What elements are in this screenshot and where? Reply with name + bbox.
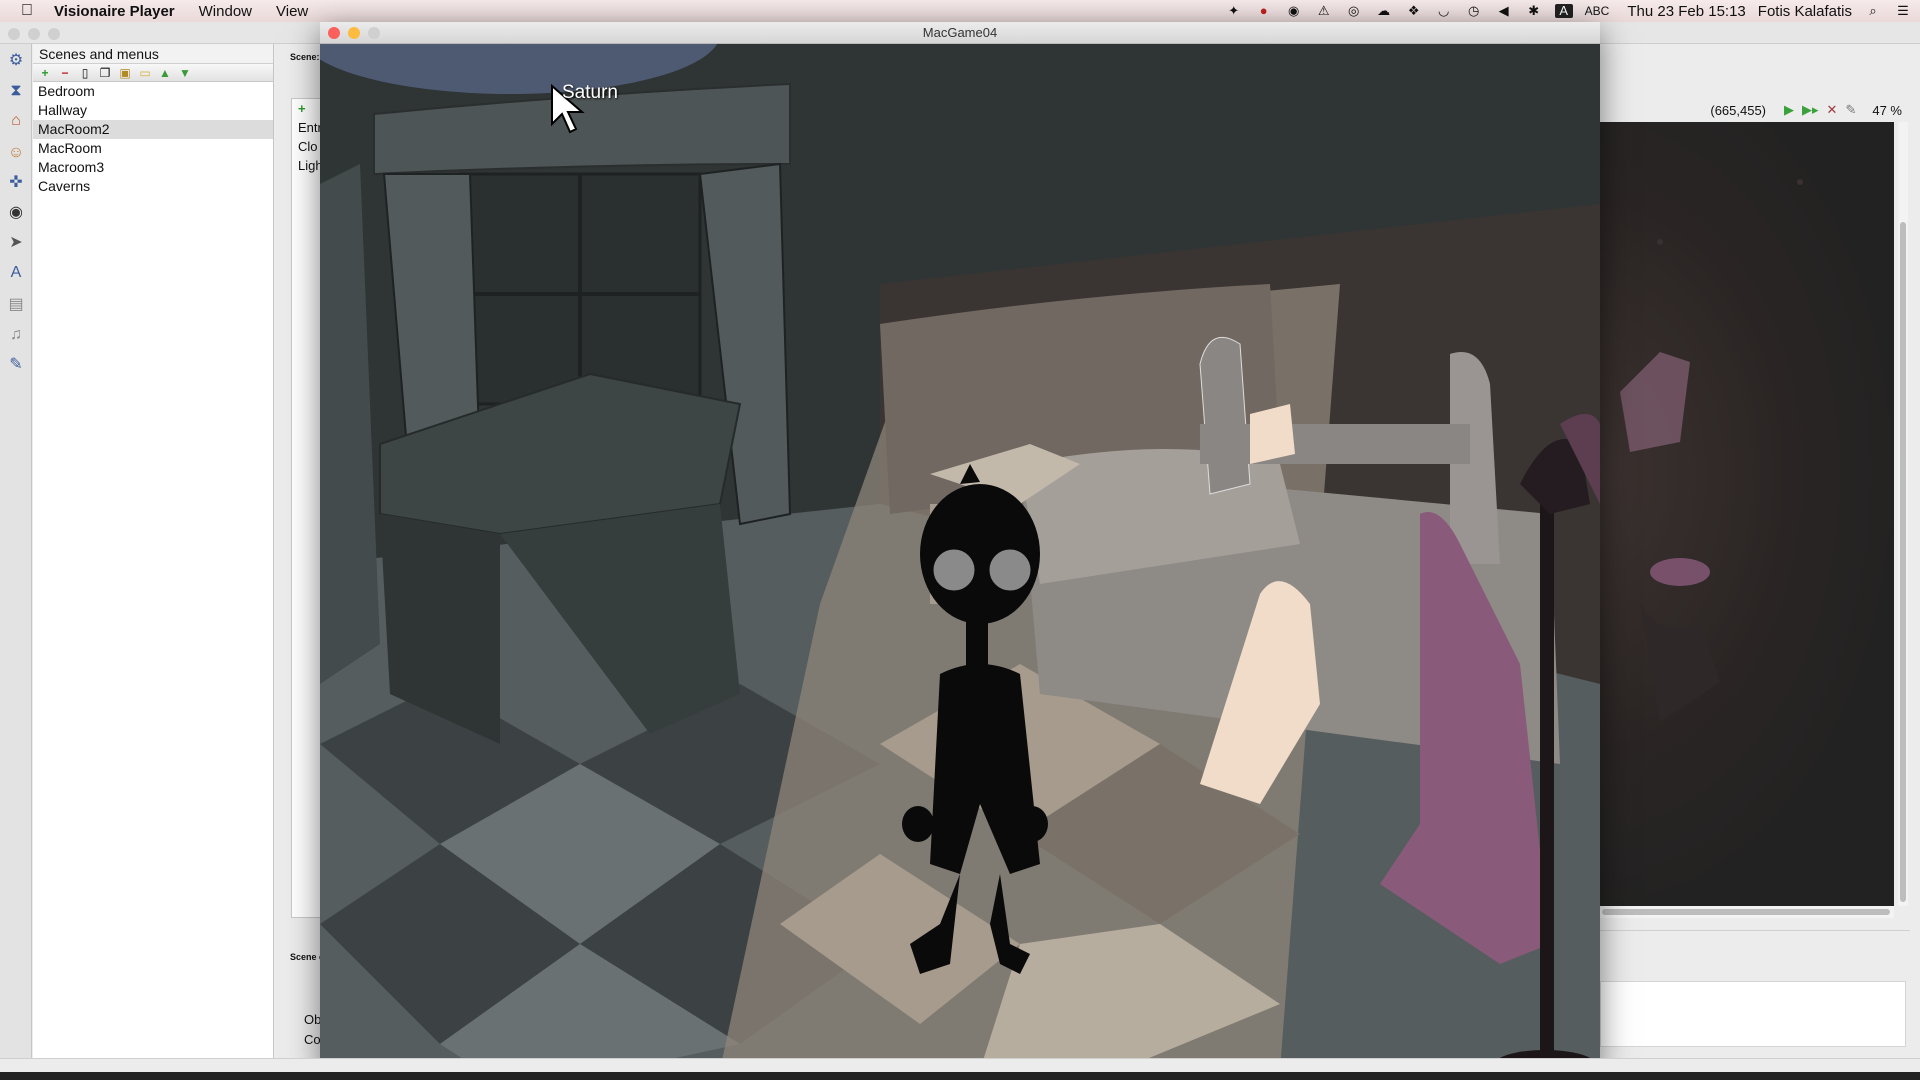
spotlight-icon[interactable]: ⌕ bbox=[1864, 4, 1882, 18]
status-menus: ✦ ● ◉ ⚠ ◎ ☁ ❖ ◡ ◷ ◀ ✱ A ABC Thu 23 Feb 1… bbox=[1225, 0, 1912, 22]
hover-object-label: Saturn bbox=[562, 82, 618, 103]
lower-item-objects[interactable]: Ob bbox=[304, 1012, 321, 1027]
game-scene[interactable]: Saturn bbox=[320, 44, 1600, 1070]
volume-icon[interactable]: ◀ bbox=[1495, 4, 1513, 18]
scene-icon[interactable]: ⌂ bbox=[5, 110, 27, 132]
text-icon[interactable]: ▤ bbox=[5, 294, 27, 316]
stop-icon[interactable]: ✕ bbox=[1827, 102, 1838, 118]
editor-toolbar: ⚙ ⧗ ⌂ ☺ ✜ ◉ ➤ A ▤ ♫ ✎ bbox=[0, 44, 32, 1064]
scene-item-caverns[interactable]: Caverns bbox=[33, 177, 273, 196]
cloud-icon[interactable]: ☁ bbox=[1375, 4, 1393, 18]
add-object-icon[interactable]: + bbox=[292, 99, 320, 118]
settings-icon[interactable]: ⚙ bbox=[5, 50, 27, 72]
scenes-panel-title: Scenes and menus bbox=[33, 44, 273, 64]
menu-window[interactable]: Window bbox=[187, 3, 264, 20]
dropbox-status-icon[interactable]: ❖ bbox=[1405, 4, 1423, 18]
user-name[interactable]: Fotis Kalafatis bbox=[1758, 3, 1852, 20]
add-icon[interactable]: + bbox=[37, 66, 53, 80]
bedroom-scene-image bbox=[320, 44, 1600, 1070]
scenes-panel: Scenes and menus + − ▯ ❐ ▣ ▭ ▲ ▼ Bedroom… bbox=[33, 44, 274, 1080]
dropbox-icon[interactable]: ✦ bbox=[1225, 4, 1243, 18]
apple-menu-icon[interactable]:  bbox=[0, 2, 54, 20]
keyboard-layout-label[interactable]: ABC bbox=[1585, 4, 1610, 18]
app-menu[interactable]: Visionaire Player bbox=[54, 3, 187, 20]
editor-zoom-button[interactable] bbox=[48, 28, 60, 40]
editor-minimize-button[interactable] bbox=[28, 28, 40, 40]
object-item-entrance[interactable]: Entr bbox=[292, 118, 320, 137]
lower-item-conditions[interactable]: Co bbox=[304, 1032, 321, 1047]
game-zoom-button[interactable] bbox=[368, 27, 380, 39]
game-window-title: MacGame04 bbox=[922, 25, 998, 40]
preview-vertical-scrollbar[interactable] bbox=[1898, 122, 1908, 906]
remove-icon[interactable]: − bbox=[57, 66, 73, 80]
scene-conditions-label: Scene c bbox=[290, 952, 325, 962]
scenes-toolbar: + − ▯ ❐ ▣ ▭ ▲ ▼ bbox=[33, 64, 273, 82]
scene-item-bedroom[interactable]: Bedroom bbox=[33, 82, 273, 101]
properties-icon[interactable]: ▯ bbox=[77, 66, 93, 80]
game-close-button[interactable] bbox=[328, 27, 340, 39]
menu-view[interactable]: View bbox=[264, 3, 320, 20]
object-item-closet[interactable]: Clo bbox=[292, 137, 320, 156]
input-source-icon[interactable]: A bbox=[1554, 4, 1573, 18]
gamepad-icon[interactable]: ✜ bbox=[5, 172, 27, 194]
scene-label: Scene: bbox=[290, 52, 320, 62]
game-minimize-button[interactable] bbox=[348, 27, 360, 39]
bluetooth-icon[interactable]: ✱ bbox=[1525, 4, 1543, 18]
preview-lower-panel bbox=[1600, 930, 1910, 1050]
scene-item-macroom3[interactable]: Macroom3 bbox=[33, 158, 273, 177]
menubar:  Visionaire Player Window View ✦ ● ◉ ⚠ … bbox=[0, 0, 1920, 22]
move-down-icon[interactable]: ▼ bbox=[177, 66, 193, 80]
cursor-coordinates: (665,455) bbox=[1710, 102, 1767, 118]
scrollbar-thumb[interactable] bbox=[1602, 909, 1890, 915]
play-icon[interactable]: ▶ bbox=[1784, 102, 1794, 118]
preview-horizontal-scrollbar[interactable] bbox=[1600, 906, 1894, 918]
scene-item-hallway[interactable]: Hallway bbox=[33, 101, 273, 120]
preview-canvas[interactable] bbox=[1600, 122, 1894, 906]
pick-icon[interactable]: ✎ bbox=[1845, 102, 1856, 118]
game-window: MacGame04 Saturn bbox=[320, 22, 1600, 1070]
copy-icon[interactable]: ❐ bbox=[97, 66, 113, 80]
paste-icon[interactable]: ▣ bbox=[117, 66, 133, 80]
sound-icon[interactable]: ♫ bbox=[5, 324, 27, 346]
glasses-icon[interactable]: ◎ bbox=[1345, 4, 1363, 18]
play-step-icon[interactable]: ▶▸ bbox=[1802, 102, 1819, 118]
scenes-list: Bedroom Hallway MacRoom2 MacRoom Macroom… bbox=[33, 82, 273, 196]
preview-toolbar: (665,455) ▶ ▶▸ ✕ ✎ 47 % bbox=[1600, 98, 1906, 122]
font-icon[interactable]: A bbox=[5, 262, 27, 284]
folder-icon[interactable]: ▭ bbox=[137, 66, 153, 80]
time-machine-icon[interactable]: ◷ bbox=[1465, 4, 1483, 18]
security-icon[interactable]: ● bbox=[1255, 4, 1273, 18]
character-icon[interactable]: ☺ bbox=[5, 142, 27, 164]
zoom-level[interactable]: 47 % bbox=[1872, 103, 1902, 118]
properties-box bbox=[1600, 981, 1906, 1047]
preview-scene-image bbox=[1620, 179, 1803, 722]
wifi-icon[interactable]: ◡ bbox=[1435, 4, 1453, 18]
move-up-icon[interactable]: ▲ bbox=[157, 66, 173, 80]
dock-strip bbox=[0, 1072, 1920, 1080]
notification-center-icon[interactable]: ☰ bbox=[1894, 4, 1912, 18]
warning-icon[interactable]: ⚠ bbox=[1315, 4, 1333, 18]
clock[interactable]: Thu 23 Feb 15:13 bbox=[1627, 3, 1745, 20]
pointer-icon[interactable]: ➤ bbox=[5, 232, 27, 254]
scene-item-macroom[interactable]: MacRoom bbox=[33, 139, 273, 158]
game-titlebar: MacGame04 bbox=[320, 22, 1600, 44]
object-item-light[interactable]: Ligh bbox=[292, 156, 320, 175]
hourglass-icon[interactable]: ⧗ bbox=[5, 80, 27, 102]
film-icon[interactable]: ◉ bbox=[5, 202, 27, 224]
eye-icon[interactable]: ◉ bbox=[1285, 4, 1303, 18]
scrollbar-thumb[interactable] bbox=[1900, 222, 1906, 902]
scene-item-macroom2[interactable]: MacRoom2 bbox=[33, 120, 273, 139]
editor-close-button[interactable] bbox=[8, 28, 20, 40]
script-icon[interactable]: ✎ bbox=[5, 354, 27, 376]
scene-objects-list: + Entr Clo Ligh bbox=[291, 98, 321, 918]
